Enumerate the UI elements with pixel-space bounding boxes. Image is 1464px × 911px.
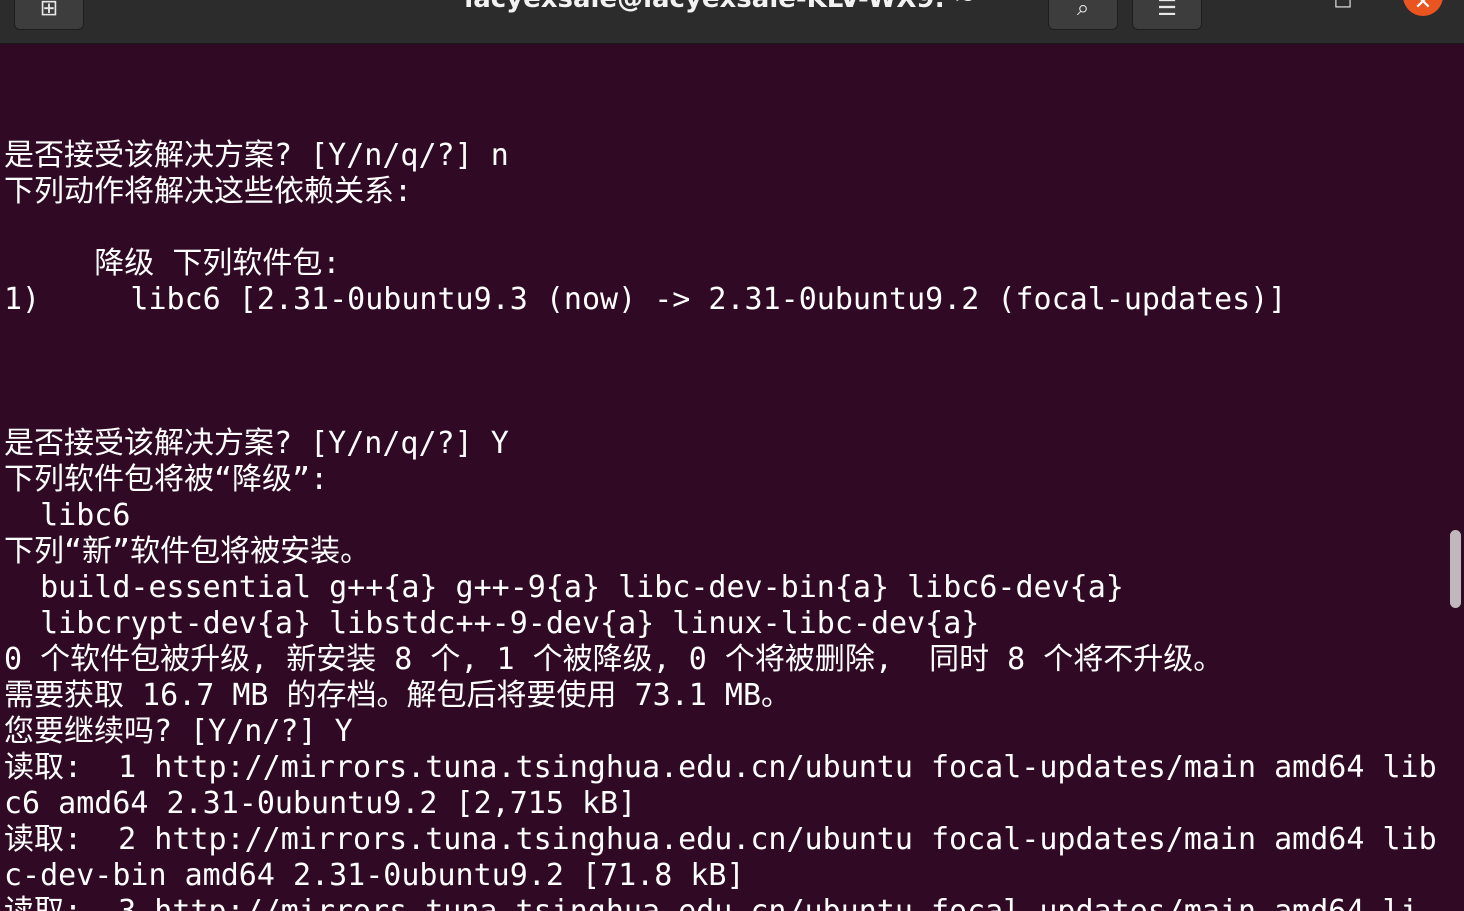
new-tab-button[interactable]: ⊞ (14, 0, 84, 30)
terminal-output[interactable]: 是否接受该解决方案? [Y/n/q/?] n 下列动作将解决这些依赖关系: 降级 … (4, 138, 1450, 911)
terminal-line: 1) libc6 [2.31-0ubuntu9.3 (now) -> 2.31-… (4, 282, 1287, 317)
scrollbar-thumb[interactable] (1450, 530, 1461, 608)
title-bar: ⊞ lacyexsale@lacyexsale-KLV-WX9: ~ ⌕ ☰ —… (0, 0, 1464, 44)
window-title: lacyexsale@lacyexsale-KLV-WX9: ~ (420, 0, 1020, 14)
terminal-line: 是否接受该解决方案? [Y/n/q/?] n (4, 138, 509, 173)
terminal-line: libc6 (4, 498, 131, 533)
maximize-icon: □ (1334, 0, 1353, 10)
terminal-line: 读取: 2 http://mirrors.tuna.tsinghua.edu.c… (4, 822, 1437, 857)
terminal-line: 下列动作将解决这些依赖关系: (4, 174, 413, 209)
hamburger-menu-icon: ☰ (1157, 0, 1177, 21)
menu-button[interactable]: ☰ (1132, 0, 1202, 30)
terminal-line: c6 amd64 2.31-0ubuntu9.2 [2,715 kB] (4, 786, 637, 821)
terminal-line: 0 个软件包被升级, 新安装 8 个, 1 个被降级, 0 个将被删除, 同时 … (4, 642, 1224, 677)
terminal-line: 需要获取 16.7 MB 的存档。解包后将要使用 73.1 MB。 (4, 678, 792, 713)
terminal-line: 下列“新”软件包将被安装。 (4, 534, 371, 569)
terminal-window: ⊞ lacyexsale@lacyexsale-KLV-WX9: ~ ⌕ ☰ —… (0, 0, 1464, 911)
terminal-line: c-dev-bin amd64 2.31-0ubuntu9.2 [71.8 kB… (4, 858, 745, 893)
terminal-line: 降级 下列软件包: (4, 246, 341, 281)
search-icon: ⌕ (1076, 0, 1090, 21)
terminal-line: 读取: 3 http://mirrors.tuna.tsinghua.edu.c… (4, 894, 1450, 911)
terminal-line: 下列软件包将被“降级”: (4, 462, 329, 497)
minimize-button[interactable]: — (1243, 0, 1283, 16)
terminal-line: libcrypt-dev{a} libstdc++-9-dev{a} linux… (4, 606, 980, 641)
terminal-line: build-essential g++{a} g++-9{a} libc-dev… (4, 570, 1124, 605)
close-icon: ✕ (1413, 0, 1433, 15)
close-button[interactable]: ✕ (1403, 0, 1443, 16)
terminal-line: 您要继续吗? [Y/n/?] Y (4, 714, 353, 749)
new-tab-icon: ⊞ (39, 0, 59, 21)
terminal-line: 是否接受该解决方案? [Y/n/q/?] Y (4, 426, 509, 461)
search-button[interactable]: ⌕ (1048, 0, 1118, 30)
minimize-icon: — (1253, 0, 1273, 10)
maximize-button[interactable]: □ (1323, 0, 1363, 16)
terminal-line: 读取: 1 http://mirrors.tuna.tsinghua.edu.c… (4, 750, 1437, 785)
